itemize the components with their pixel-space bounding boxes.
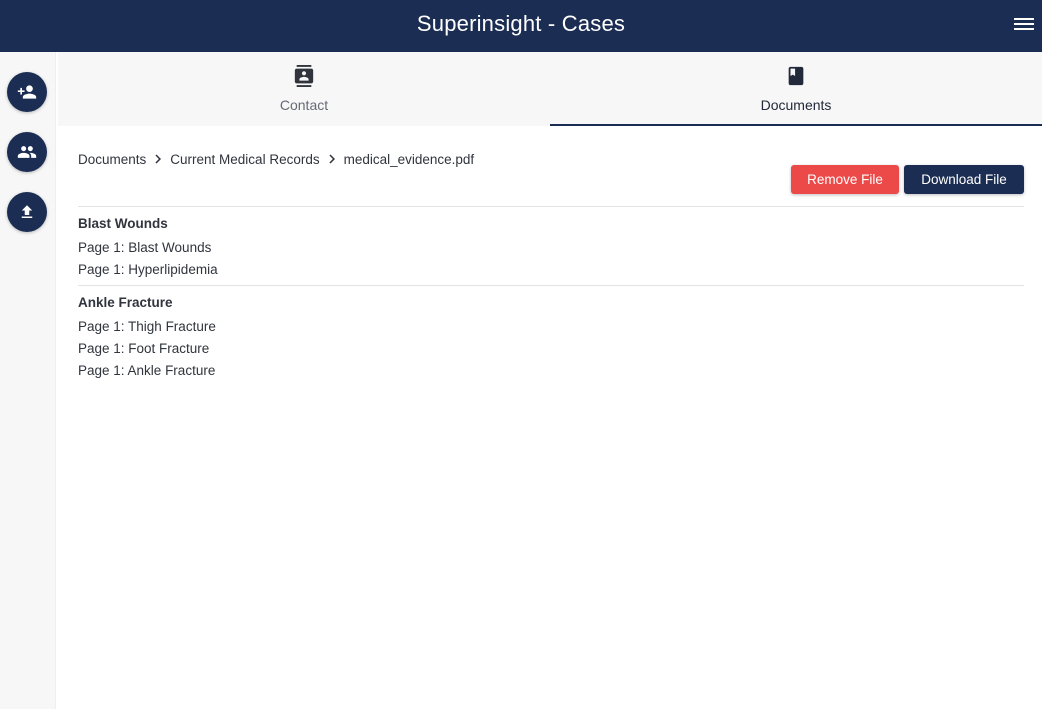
- person-add-icon: [17, 85, 37, 99]
- chevron-right-icon: [320, 150, 344, 168]
- tab-documents[interactable]: Documents: [550, 52, 1042, 126]
- list-item[interactable]: Page 1: Ankle Fracture: [78, 363, 215, 378]
- chevron-right-icon: [146, 150, 170, 168]
- list-item[interactable]: Page 1: Blast Wounds: [78, 240, 211, 255]
- people-icon: [17, 146, 37, 158]
- people-button[interactable]: [7, 132, 47, 172]
- app-title: Superinsight - Cases: [416, 11, 626, 36]
- sidebar: [0, 52, 56, 709]
- add-person-button[interactable]: [7, 72, 47, 112]
- menu-icon[interactable]: [1012, 13, 1036, 35]
- upload-button[interactable]: [7, 192, 47, 232]
- tab-contact-label: Contact: [279, 97, 329, 113]
- download-file-button[interactable]: Download File: [904, 165, 1024, 194]
- divider: [78, 206, 1024, 207]
- tab-contact[interactable]: Contact: [58, 52, 550, 126]
- group-title: Ankle Fracture: [78, 295, 173, 310]
- list-item[interactable]: Page 1: Hyperlipidemia: [78, 262, 218, 277]
- breadcrumb: Documents Current Medical Records medica…: [78, 150, 474, 168]
- tab-documents-label: Documents: [760, 97, 832, 113]
- breadcrumb-file: medical_evidence.pdf: [343, 151, 475, 167]
- documents-panel: Documents Current Medical Records medica…: [58, 126, 1042, 709]
- breadcrumb-documents[interactable]: Documents: [78, 152, 146, 167]
- tab-bar: Contact Documents: [58, 52, 1042, 126]
- contact-card-icon: [294, 65, 314, 87]
- upload-icon: [21, 205, 33, 218]
- book-icon: [788, 66, 804, 86]
- divider: [78, 285, 1024, 286]
- group-title: Blast Wounds: [78, 216, 168, 231]
- remove-file-button[interactable]: Remove File: [791, 165, 899, 194]
- list-item[interactable]: Page 1: Foot Fracture: [78, 341, 209, 356]
- top-app-bar: Superinsight - Cases: [0, 0, 1042, 52]
- list-item[interactable]: Page 1: Thigh Fracture: [78, 319, 216, 334]
- breadcrumb-folder[interactable]: Current Medical Records: [170, 152, 319, 167]
